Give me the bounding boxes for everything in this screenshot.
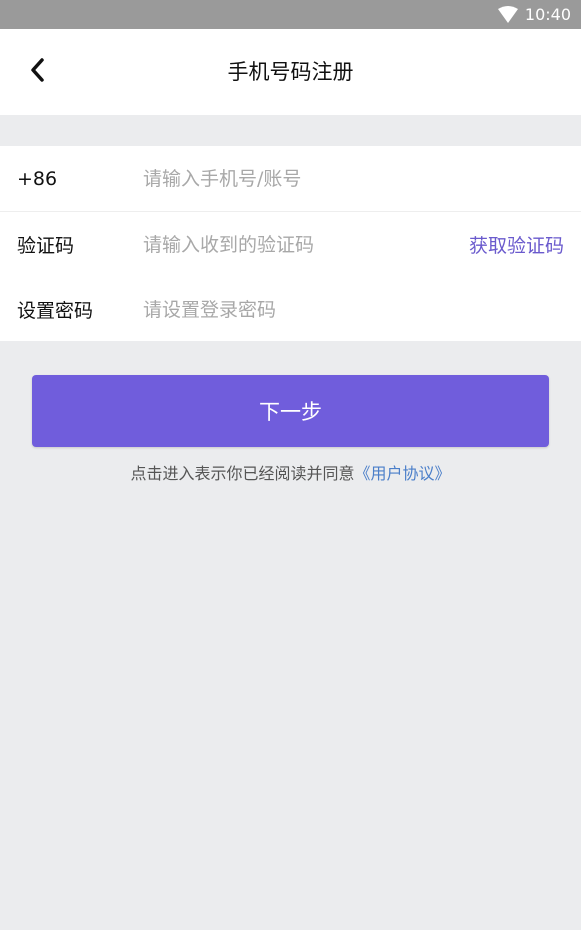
verification-code-input[interactable] [143, 233, 443, 256]
phone-row: +86 [0, 146, 581, 211]
phone-input[interactable] [143, 167, 443, 190]
wifi-icon [497, 5, 519, 24]
status-bar-right: 10:40 [497, 0, 571, 29]
user-agreement-link[interactable]: 《用户协议》 [355, 464, 451, 483]
registration-form: +86 验证码 获取验证码 设置密码 [0, 146, 581, 341]
verification-code-label: 验证码 [17, 235, 75, 257]
get-code-button[interactable]: 获取验证码 [469, 231, 564, 258]
app-bar: 手机号码注册 [0, 29, 581, 115]
verification-code-row: 验证码 获取验证码 [0, 212, 581, 277]
agreement-notice: 点击进入表示你已经阅读并同意《用户协议》 [0, 460, 581, 484]
password-input[interactable] [143, 298, 443, 321]
status-time: 10:40 [524, 5, 571, 24]
password-row: 设置密码 [0, 277, 581, 342]
country-code-label: +86 [17, 167, 58, 190]
password-label: 设置密码 [17, 300, 94, 322]
page-title: 手机号码注册 [227, 60, 354, 84]
agreement-text: 点击进入表示你已经阅读并同意 [130, 464, 355, 483]
next-button[interactable]: 下一步 [32, 375, 549, 447]
status-bar: 10:40 [0, 0, 581, 29]
